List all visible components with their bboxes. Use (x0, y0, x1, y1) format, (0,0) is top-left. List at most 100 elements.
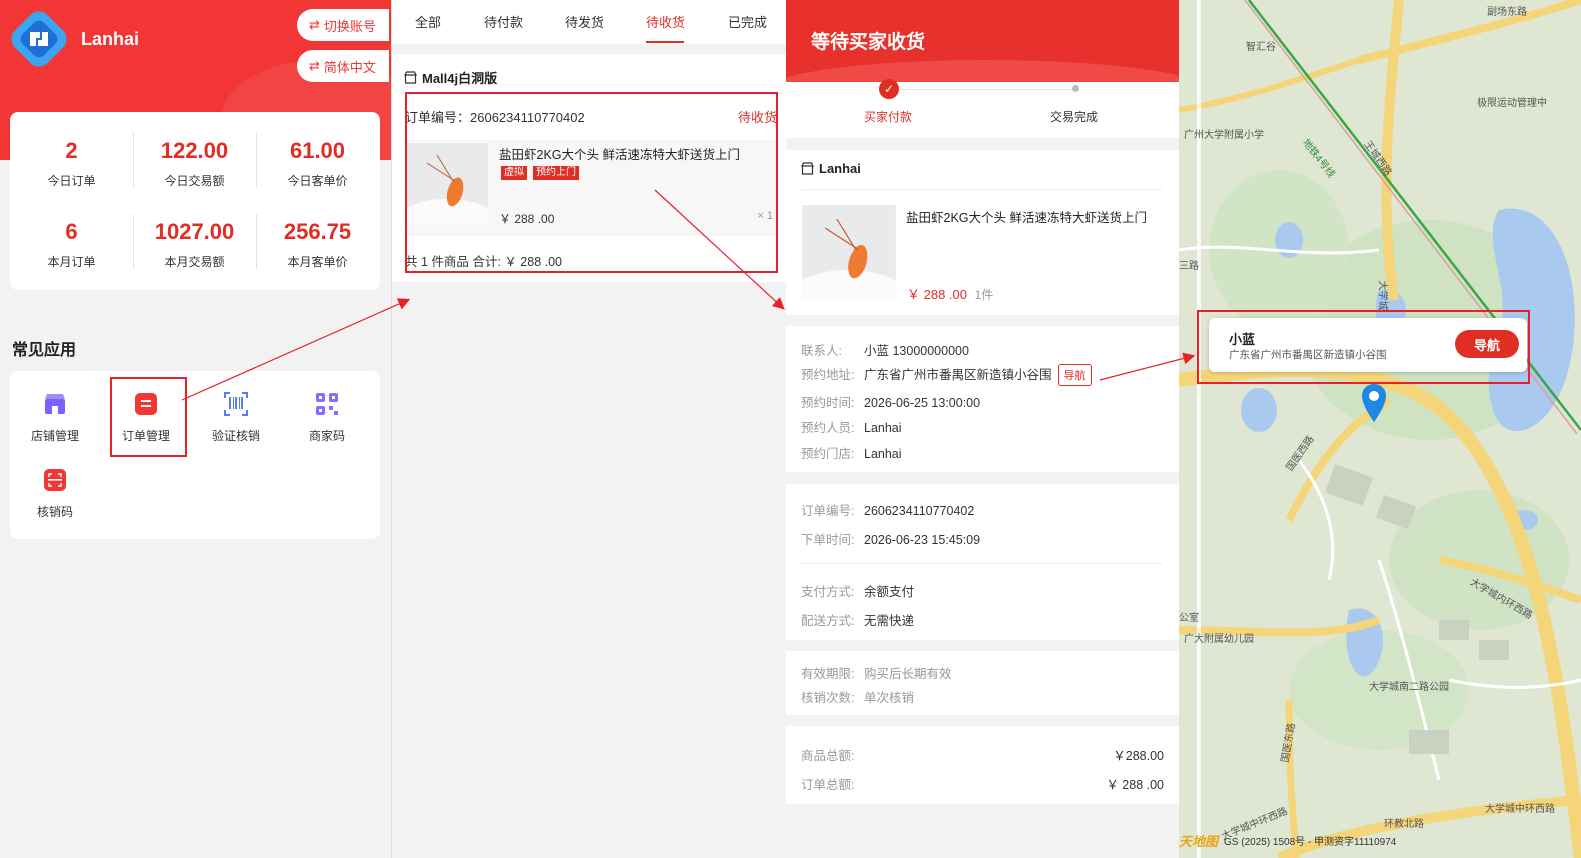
divider (801, 189, 1163, 190)
shop-header: Lanhai (801, 161, 861, 176)
qrcode-icon (314, 391, 340, 417)
switch-icon: ⇄ (309, 58, 320, 73)
tab-completed[interactable]: 已完成 (728, 12, 767, 31)
detail-title: 等待买家收货 (811, 32, 926, 53)
check-icon: ✓ (879, 79, 899, 99)
map-label: 大学城南二路公园 (1369, 682, 1449, 693)
appointment-card: 联系人: 小蓝 13000000000 预约地址: 广东省广州市番禺区新造镇小谷围导… (786, 326, 1179, 472)
switch-account-label: 切换账号 (323, 18, 376, 34)
time-value: 2026-06-25 13:00:00 (864, 396, 981, 410)
app-shop-management[interactable]: 店铺管理 (10, 391, 100, 444)
brand-name: Lanhai (81, 29, 140, 49)
address-label: 预约地址: (801, 368, 855, 382)
verify-count-label: 核销次数: (801, 691, 855, 705)
order-total-row: 订单总额: (801, 774, 864, 793)
stat-value: 2 (65, 138, 78, 163)
stat-value: 61.00 (289, 138, 346, 163)
barcode-scan-icon (223, 391, 249, 417)
stat-label: 今日客单价 (287, 174, 348, 188)
tab-all[interactable]: 全部 (415, 12, 441, 31)
app-merchant-code[interactable]: 商家码 (282, 391, 372, 444)
location-pin-icon[interactable] (1362, 384, 1386, 422)
order-total-value: ￥ 288 .00 (1106, 778, 1164, 792)
stat-label: 本月订单 (47, 255, 96, 269)
popup-highlight (1197, 310, 1530, 384)
language-label: 简体中文 (323, 59, 376, 75)
divider (133, 132, 134, 187)
verify-count-row: 核销次数: 单次核销 (801, 687, 914, 706)
navigate-button[interactable]: 导航 (1057, 364, 1092, 386)
order-tabs: 全部 待付款 待发货 待收货 已完成 (392, 0, 787, 44)
stat-month-orders: 6 本月订单 (10, 219, 133, 270)
product-price-row: ￥ 288 .00 1件 (907, 284, 993, 303)
apps-card: 店铺管理 订单管理 验证核销 商家码 核销码 (10, 371, 380, 539)
map-label: 大学城 (1376, 280, 1388, 311)
stat-month-avg: 256.75 本月客单价 (256, 219, 379, 270)
tab-pending-receipt[interactable]: 待收货 (646, 12, 685, 31)
product-qty: 1件 (974, 288, 994, 302)
time-row: 预约时间: 2026-06-25 13:00:00 (801, 392, 980, 411)
goods-total-row: 商品总额: (801, 745, 864, 764)
divider (801, 563, 1163, 564)
amount-card: 商品总额: ￥288.00 订单总额: ￥ 288 .00 (786, 726, 1179, 804)
person-value: Lanhai (864, 421, 902, 435)
stat-today-orders: 2 今日订单 (10, 138, 133, 189)
step-pending-dot (1072, 85, 1079, 92)
validity-label: 有效期限: (801, 667, 855, 681)
step-line (889, 89, 1075, 90)
map-label: 智汇谷 (1246, 42, 1276, 53)
stat-label: 今日交易额 (164, 174, 225, 188)
delivery-row: 配送方式: 无需快递 (801, 610, 914, 629)
map-provider-logo: 天地图 (1179, 834, 1219, 849)
progress-steps: ✓ 买家付款 交易完成 (786, 79, 1179, 138)
navigation-map[interactable]: 智汇谷 副场东路 极限运动管理中 广州大学附属小学 地铁4号线 王城西路 三路 … (1179, 0, 1581, 858)
order-time-row: 下单时间: 2026-06-23 15:45:09 (801, 529, 980, 548)
lanhai-logo (11, 11, 67, 67)
map-label: 三路 (1179, 261, 1199, 272)
divider (256, 132, 257, 187)
contact-value: 小蓝 13000000000 (864, 344, 969, 358)
contact-label: 联系人: (801, 344, 842, 358)
map-attribution: 天地图 GS (2025) 1508号 - 甲测资字11110974 (1179, 831, 1396, 850)
app-verify-redeem[interactable]: 验证核销 (191, 391, 281, 444)
product-price: ￥ 288 .00 (907, 287, 967, 302)
time-label: 预约时间: (801, 396, 855, 410)
verify-count-value: 单次核销 (864, 691, 915, 705)
tab-pending-payment[interactable]: 待付款 (484, 12, 523, 31)
validity-row: 有效期限: 购买后长期有效 (801, 663, 952, 682)
map-label: 环教北路 (1384, 819, 1424, 830)
stat-value: 1027.00 (154, 219, 235, 244)
language-button[interactable]: ⇄ 简体中文 (297, 50, 389, 82)
order-card-highlight (405, 92, 778, 273)
map-label: 极限运动管理中 (1477, 98, 1547, 109)
stats-card: 2 今日订单 122.00 今日交易额 61.00 今日客单价 6 本月订单 1… (10, 112, 380, 290)
payment-row: 支付方式: 余额支付 (801, 581, 914, 600)
active-tab-indicator (646, 41, 684, 43)
payment-label: 支付方式: (801, 585, 855, 599)
app-label: 商家码 (308, 429, 345, 443)
stat-today-avg: 61.00 今日客单价 (256, 138, 379, 189)
order-info-card: 订单编号: 2606234110770402 下单时间: 2026-06-23 15… (786, 484, 1179, 640)
product-image (802, 205, 896, 300)
stat-value: 6 (65, 219, 78, 244)
switch-account-button[interactable]: ⇄ 切换账号 (297, 9, 389, 41)
tab-pending-shipment[interactable]: 待发货 (565, 12, 604, 31)
order-time-value: 2026-06-23 15:45:09 (864, 533, 981, 547)
scan-frame-icon (42, 467, 68, 493)
store-icon (801, 162, 814, 175)
stat-value: 256.75 (283, 219, 352, 244)
order-no-row: 订单编号: 2606234110770402 (801, 500, 974, 519)
order-management-highlight (110, 377, 187, 457)
map-label: 广大附属幼儿园 (1184, 634, 1254, 645)
map-label: 副场东路 (1487, 7, 1527, 18)
order-detail-page: 等待买家收货 ✓ 买家付款 交易完成 Lanhai 盐田虾2KG大个头 鲜活速冻… (786, 0, 1179, 858)
divider (133, 214, 134, 269)
app-redeem-code[interactable]: 核销码 (10, 467, 100, 520)
goods-total-value: ￥288.00 (1113, 749, 1164, 763)
goods-total-label: 商品总额: (801, 749, 855, 763)
payment-value: 余额支付 (864, 585, 915, 599)
divider (256, 214, 257, 269)
order-no-value: 2606234110770402 (864, 504, 975, 518)
shop-header: Mall4j白洞版 (404, 68, 497, 87)
address-row: 预约地址: 广东省广州市番禺区新造镇小谷围 导航 (801, 364, 1092, 386)
